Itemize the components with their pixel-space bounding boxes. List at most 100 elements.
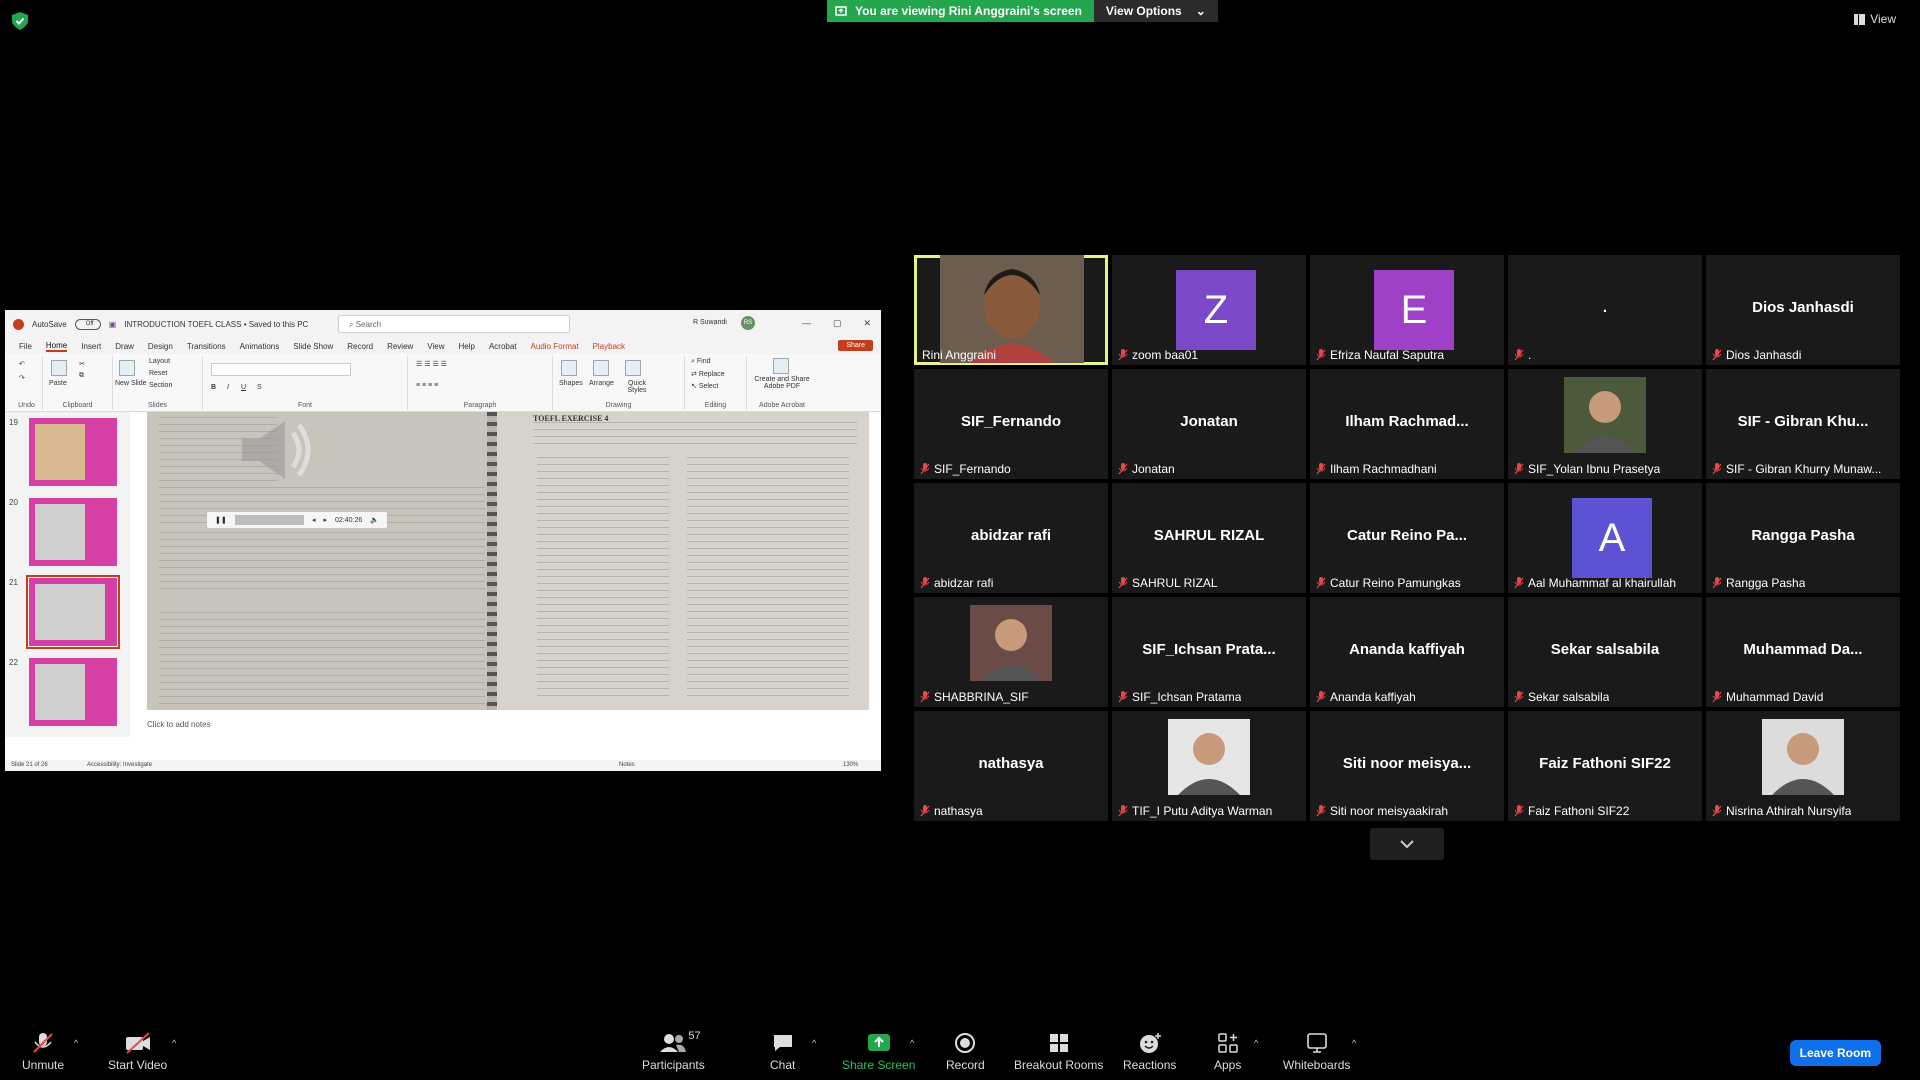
chat-button[interactable]: Chat: [770, 1032, 795, 1072]
document-title[interactable]: INTRODUCTION TOEFL CLASS • Saved to this…: [124, 320, 308, 329]
ribbon-tab-acrobat[interactable]: Acrobat: [489, 342, 517, 351]
video-options-caret[interactable]: ^: [172, 1038, 176, 1048]
unmute-button[interactable]: Unmute: [22, 1032, 64, 1072]
participant-tile[interactable]: Rini Anggraini: [914, 255, 1108, 365]
ribbon-tab-draw[interactable]: Draw: [115, 342, 134, 351]
participant-tile[interactable]: SHABBRINA_SIF: [914, 597, 1108, 707]
ribbon-tab-home[interactable]: Home: [45, 341, 68, 352]
gallery-next-page-button[interactable]: [1370, 828, 1444, 860]
participant-tile[interactable]: SAHRUL RIZAL SAHRUL RIZAL: [1112, 483, 1306, 593]
account-avatar[interactable]: RS: [741, 316, 755, 330]
reset-button[interactable]: Reset: [149, 370, 167, 377]
font-name-field[interactable]: [211, 363, 351, 376]
record-button[interactable]: Record: [946, 1032, 985, 1072]
audio-speaker-icon[interactable]: [237, 417, 317, 483]
participant-tile[interactable]: Ilham Rachmad... Ilham Rachmadhani: [1310, 369, 1504, 479]
participant-tile[interactable]: Catur Reino Pa... Catur Reino Pamungkas: [1310, 483, 1504, 593]
shapes-icon[interactable]: [561, 360, 577, 376]
participant-tile[interactable]: SIF_Yolan Ibnu Prasetya: [1508, 369, 1702, 479]
participant-tile[interactable]: Nisrina Athirah Nursyifa: [1706, 711, 1900, 821]
ribbon-tab-record[interactable]: Record: [347, 342, 373, 351]
view-options-button[interactable]: View Options ⌄: [1093, 0, 1218, 22]
chat-options-caret[interactable]: ^: [812, 1038, 816, 1048]
ribbon-tab-view[interactable]: View: [427, 342, 444, 351]
participant-tile[interactable]: Muhammad Da... Muhammad David: [1706, 597, 1900, 707]
powerpoint-search-input[interactable]: ⌕ Search: [338, 315, 570, 333]
cut-icon[interactable]: ✂: [79, 360, 85, 368]
participant-tile[interactable]: Zzoom baa01: [1112, 255, 1306, 365]
quick-styles-icon[interactable]: [625, 360, 641, 376]
rewind-icon[interactable]: ◂: [312, 516, 316, 524]
participant-tile[interactable]: SIF - Gibran Khu... SIF - Gibran Khurry M…: [1706, 369, 1900, 479]
slide-thumbnail[interactable]: [29, 498, 117, 566]
participant-tile[interactable]: TIF_I Putu Aditya Warman: [1112, 711, 1306, 821]
strikethrough-icon[interactable]: S: [257, 384, 262, 391]
select-button[interactable]: ↖ Select: [691, 382, 718, 390]
bullets-icon[interactable]: ☰ ☰ ☰ ☰: [416, 360, 447, 368]
apps-button[interactable]: Apps: [1214, 1032, 1241, 1072]
ribbon-tab-playback[interactable]: Playback: [593, 342, 625, 351]
copy-icon[interactable]: ⧉: [79, 372, 84, 380]
ribbon-tab-review[interactable]: Review: [387, 342, 413, 351]
save-icon[interactable]: ▣: [109, 320, 117, 329]
share-options-caret[interactable]: ^: [910, 1038, 914, 1048]
slide-thumbnail[interactable]: [29, 418, 117, 486]
audio-progress-bar[interactable]: [234, 515, 304, 525]
ribbon-tab-slide-show[interactable]: Slide Show: [293, 342, 333, 351]
undo-icon[interactable]: ↶: [19, 360, 25, 368]
view-layout-button[interactable]: View: [1854, 12, 1896, 26]
minimize-icon[interactable]: —: [802, 318, 811, 329]
accessibility-status[interactable]: Accessibility: Investigate: [87, 762, 152, 768]
participant-tile[interactable]: Dios Janhasdi Dios Janhasdi: [1706, 255, 1900, 365]
underline-icon[interactable]: U: [241, 384, 246, 391]
participant-tile[interactable]: A Aal Muhammaf al khairullah: [1508, 483, 1702, 593]
participant-tile[interactable]: Sekar salsabila Sekar salsabila: [1508, 597, 1702, 707]
notes-toggle[interactable]: Notes: [619, 762, 635, 768]
participant-tile[interactable]: E Efriza Naufal Saputra: [1310, 255, 1504, 365]
layout-button[interactable]: Layout: [149, 358, 170, 365]
reactions-button[interactable]: Reactions: [1123, 1032, 1176, 1072]
replace-button[interactable]: ⇄ Replace: [691, 370, 725, 378]
whiteboards-button[interactable]: Whiteboards: [1283, 1032, 1350, 1072]
ribbon-tab-insert[interactable]: Insert: [81, 342, 101, 351]
find-button[interactable]: ⌕ Find: [691, 358, 711, 366]
zoom-level[interactable]: 130%: [843, 762, 858, 768]
bold-icon[interactable]: B: [211, 384, 216, 391]
participant-tile[interactable]: nathasya nathasya: [914, 711, 1108, 821]
leave-room-button[interactable]: Leave Room: [1789, 1040, 1881, 1066]
ribbon-tab-design[interactable]: Design: [148, 342, 173, 351]
maximize-icon[interactable]: ▢: [833, 318, 842, 329]
breakout-rooms-button[interactable]: Breakout Rooms: [1014, 1032, 1103, 1072]
security-shield-icon[interactable]: [12, 12, 28, 30]
ribbon-tab-help[interactable]: Help: [459, 342, 475, 351]
new-slide-icon[interactable]: [119, 360, 135, 376]
participant-tile[interactable]: Ananda kaffiyah Ananda kaffiyah: [1310, 597, 1504, 707]
notes-field[interactable]: Click to add notes: [147, 720, 211, 729]
forward-icon[interactable]: ▸: [324, 516, 328, 524]
adobe-pdf-icon[interactable]: [773, 358, 789, 374]
slide-canvas[interactable]: ❚❚ ◂ ▸ 02:40:26 🔈 TOEFL EXERCISE 4: [147, 412, 869, 710]
arrange-icon[interactable]: [593, 360, 609, 376]
powerpoint-share-button[interactable]: Share: [838, 340, 873, 351]
ribbon-tab-animations[interactable]: Animations: [240, 342, 280, 351]
participants-button[interactable]: 57 Participants: [642, 1030, 705, 1072]
section-button[interactable]: Section: [149, 382, 172, 389]
participant-tile[interactable]: Faiz Fathoni SIF22 Faiz Fathoni SIF22: [1508, 711, 1702, 821]
share-screen-button[interactable]: Share Screen: [842, 1032, 915, 1072]
participant-tile[interactable]: SIF_Fernando SIF_Fernando: [914, 369, 1108, 479]
slide-thumbnail-selected[interactable]: [26, 575, 120, 649]
align-icon[interactable]: ≡ ≡ ≡ ≡: [416, 382, 438, 389]
redo-icon[interactable]: ↷: [19, 374, 25, 382]
audio-options-caret[interactable]: ^: [74, 1038, 78, 1048]
participant-tile[interactable]: Rangga Pasha Rangga Pasha: [1706, 483, 1900, 593]
ribbon-tab-transitions[interactable]: Transitions: [187, 342, 226, 351]
participant-tile[interactable]: ..: [1508, 255, 1702, 365]
participant-tile[interactable]: Siti noor meisya... Siti noor meisyaakira…: [1310, 711, 1504, 821]
participant-tile[interactable]: Jonatan Jonatan: [1112, 369, 1306, 479]
apps-options-caret[interactable]: ^: [1254, 1038, 1258, 1048]
slide-thumbnail[interactable]: [29, 658, 117, 726]
participant-tile[interactable]: SIF_Ichsan Prata... SIF_Ichsan Pratama: [1112, 597, 1306, 707]
volume-icon[interactable]: 🔈: [370, 516, 379, 524]
close-icon[interactable]: ✕: [863, 318, 871, 329]
participant-tile[interactable]: abidzar rafi abidzar rafi: [914, 483, 1108, 593]
